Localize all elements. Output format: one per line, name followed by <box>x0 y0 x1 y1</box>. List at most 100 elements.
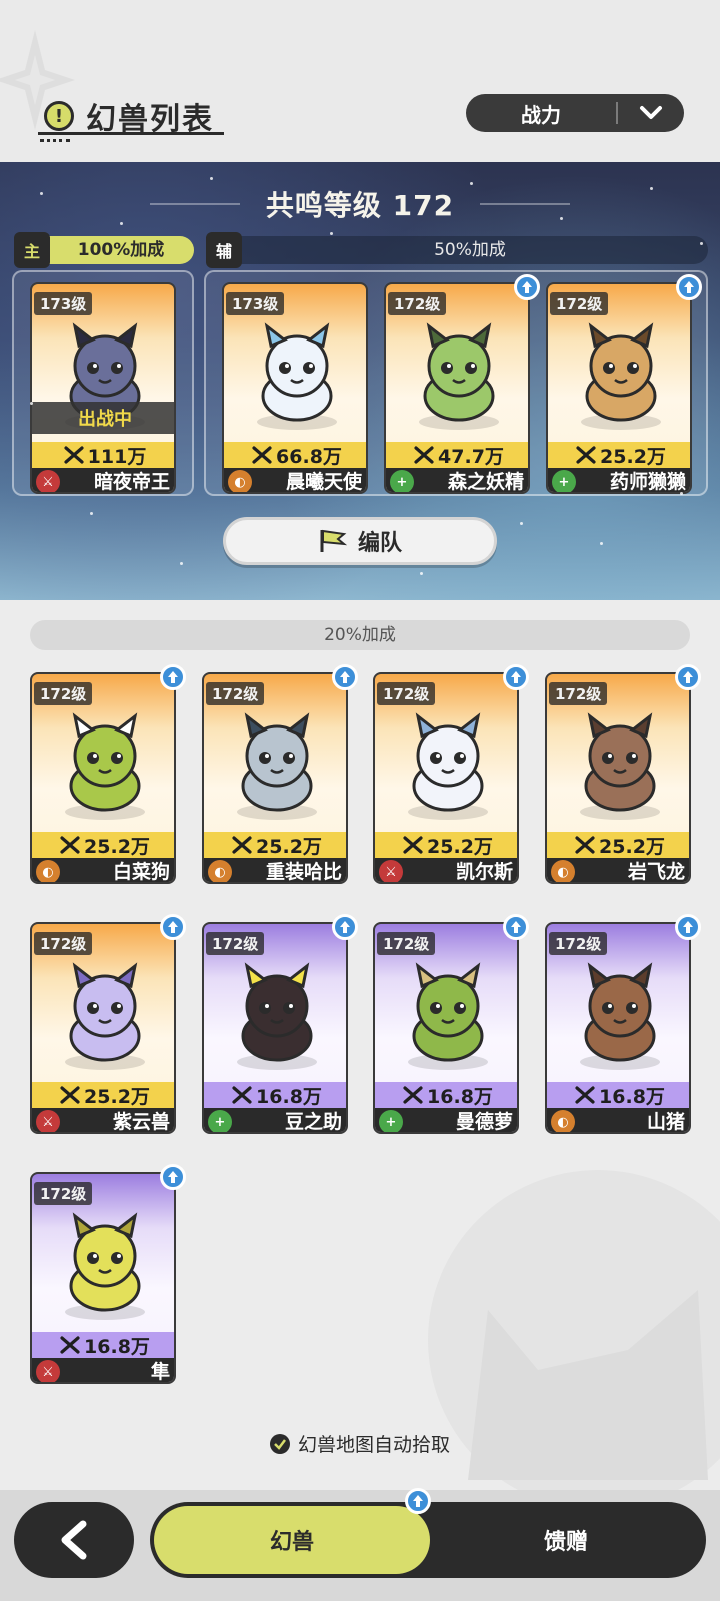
beast-name: 岩飞龙 <box>627 861 685 883</box>
power-bar: 16.8万 <box>375 1082 517 1108</box>
level-badge: 172级 <box>206 932 265 955</box>
crossed-swords-icon <box>403 836 423 854</box>
crossed-swords-icon <box>60 1336 80 1354</box>
attack-role-icon: ⚔ <box>36 470 60 492</box>
power-value: 25.2万 <box>427 835 493 858</box>
power-bar: 16.8万 <box>32 1332 174 1358</box>
power-bar: 47.7万 <box>386 442 528 468</box>
power-value: 25.2万 <box>599 835 665 858</box>
upgrade-arrow-icon <box>676 274 702 300</box>
crossed-swords-icon <box>575 836 595 854</box>
defense-role-icon: ◐ <box>551 1110 575 1132</box>
beast-name: 山猪 <box>646 1111 685 1133</box>
name-bar: ◐ 白菜狗 <box>32 858 174 882</box>
power-bar: 25.2万 <box>548 442 690 468</box>
heal-role-icon: + <box>390 470 414 492</box>
attack-role-icon: ⚔ <box>36 1360 60 1382</box>
power-value: 66.8万 <box>276 445 342 468</box>
beast-card[interactable]: 25.2万 ⚔ 紫云兽 172级 <box>30 914 186 1134</box>
sort-dropdown[interactable]: 战力 <box>466 94 684 132</box>
crossed-swords-icon <box>575 1086 595 1104</box>
star-decoration <box>560 217 563 220</box>
level-badge: 173级 <box>34 292 93 315</box>
defense-role-icon: ◐ <box>208 860 232 882</box>
check-icon[interactable] <box>269 1433 290 1454</box>
auto-pick-toggle[interactable]: 幻兽地图自动拾取 <box>0 1430 720 1457</box>
beast-card[interactable]: 25.2万 ◐ 重装哈比 172级 <box>202 664 358 884</box>
card-frame: 16.8万 + 曼德萝 172级 <box>373 922 519 1134</box>
power-value: 25.2万 <box>600 445 666 468</box>
beast-card[interactable]: 47.7万 + 森之妖精 172级 <box>384 274 540 494</box>
formation-button[interactable]: 编队 <box>223 517 497 565</box>
main-tag: 主 <box>14 232 50 268</box>
name-bar: ⚔ 隼 <box>32 1358 174 1382</box>
beast-card[interactable]: 25.2万 + 药师獭獭 172级 <box>546 274 702 494</box>
beast-card[interactable]: 16.8万 + 豆之助 172级 <box>202 914 358 1134</box>
beast-portrait <box>45 708 165 828</box>
crossed-swords-icon <box>232 1086 252 1104</box>
card-frame: 25.2万 ◐ 白菜狗 172级 <box>30 672 176 884</box>
name-bar: ⚔ 紫云兽 <box>32 1108 174 1132</box>
level-badge: 172级 <box>34 932 93 955</box>
beast-card[interactable]: 16.8万 + 曼德萝 172级 <box>373 914 529 1134</box>
beast-name: 药师獭獭 <box>609 471 686 493</box>
power-bar: 25.2万 <box>547 832 689 858</box>
heal-role-icon: + <box>208 1110 232 1132</box>
sort-label: 战力 <box>521 102 561 127</box>
auto-pick-label: 幻兽地图自动拾取 <box>297 1434 450 1456</box>
team-banner: 共鸣等级 172 主 100%加成 辅 50%加成 出战中 111万 ⚔ 暗夜帝… <box>0 162 720 600</box>
upgrade-arrow-icon <box>160 1164 186 1190</box>
beast-card[interactable]: 25.2万 ◐ 岩飞龙 172级 <box>545 664 701 884</box>
back-button[interactable] <box>14 1502 134 1578</box>
header: ! 幻兽列表 战力 <box>0 0 720 162</box>
crossed-swords-icon <box>232 836 252 854</box>
upgrade-arrow-icon <box>160 664 186 690</box>
beast-portrait <box>45 958 165 1078</box>
beast-portrait <box>388 958 508 1078</box>
beast-name: 森之妖精 <box>447 471 524 493</box>
beast-name: 重装哈比 <box>265 861 342 883</box>
power-value: 111万 <box>87 445 147 468</box>
beast-name: 曼德萝 <box>455 1111 513 1133</box>
power-value: 25.2万 <box>256 835 322 858</box>
beast-card[interactable]: 25.2万 ⚔ 凯尔斯 172级 <box>373 664 529 884</box>
tab-gift[interactable]: 馈赠 <box>430 1506 702 1574</box>
beast-card[interactable]: 25.2万 ◐ 白菜狗 172级 <box>30 664 186 884</box>
sub-bonus-text: 50%加成 <box>434 240 506 260</box>
name-bar: ◐ 山猪 <box>547 1108 689 1133</box>
level-badge: 172级 <box>388 292 447 315</box>
crossed-swords-icon <box>403 1086 423 1104</box>
level-badge: 172级 <box>549 932 608 955</box>
beast-card[interactable]: 16.8万 ⚔ 隼 172级 <box>30 1164 186 1384</box>
defense-role-icon: ◐ <box>551 860 575 882</box>
star-decoration <box>470 182 473 185</box>
crossed-swords-icon <box>64 446 84 464</box>
star-decoration <box>180 562 183 565</box>
upgrade-arrow-icon <box>514 274 540 300</box>
upgrade-arrow-icon <box>332 664 358 690</box>
power-value: 16.8万 <box>427 1085 493 1108</box>
name-bar: + 曼德萝 <box>375 1108 517 1133</box>
level-badge: 172级 <box>377 682 436 705</box>
beast-card[interactable]: 66.8万 ◐ 晨曦天使 173级 <box>222 282 368 494</box>
chevron-down-icon[interactable] <box>618 105 684 121</box>
beast-card[interactable]: 出战中 111万 ⚔ 暗夜帝王 173级 <box>30 282 176 494</box>
star-decoration <box>600 542 603 545</box>
beast-portrait <box>560 708 680 828</box>
level-badge: 172级 <box>34 1182 93 1205</box>
card-frame: 出战中 111万 ⚔ 暗夜帝王 173级 <box>30 282 176 494</box>
card-frame: 16.8万 + 豆之助 172级 <box>202 922 348 1134</box>
card-frame: 25.2万 ⚔ 紫云兽 172级 <box>30 922 176 1134</box>
beast-card[interactable]: 16.8万 ◐ 山猪 172级 <box>545 914 701 1134</box>
card-frame: 25.2万 + 药师獭獭 172级 <box>546 282 692 494</box>
tab-beasts[interactable]: 幻兽 <box>154 1506 430 1574</box>
star-decoration <box>30 402 33 405</box>
beast-portrait <box>399 318 519 438</box>
power-bar: 111万 <box>32 442 174 468</box>
card-frame: 25.2万 ⚔ 凯尔斯 172级 <box>373 672 519 884</box>
crossed-swords-icon <box>60 836 80 854</box>
level-badge: 173级 <box>226 292 285 315</box>
power-value: 25.2万 <box>84 835 150 858</box>
upgrade-arrow-icon <box>503 664 529 690</box>
crossed-swords-icon <box>576 446 596 464</box>
